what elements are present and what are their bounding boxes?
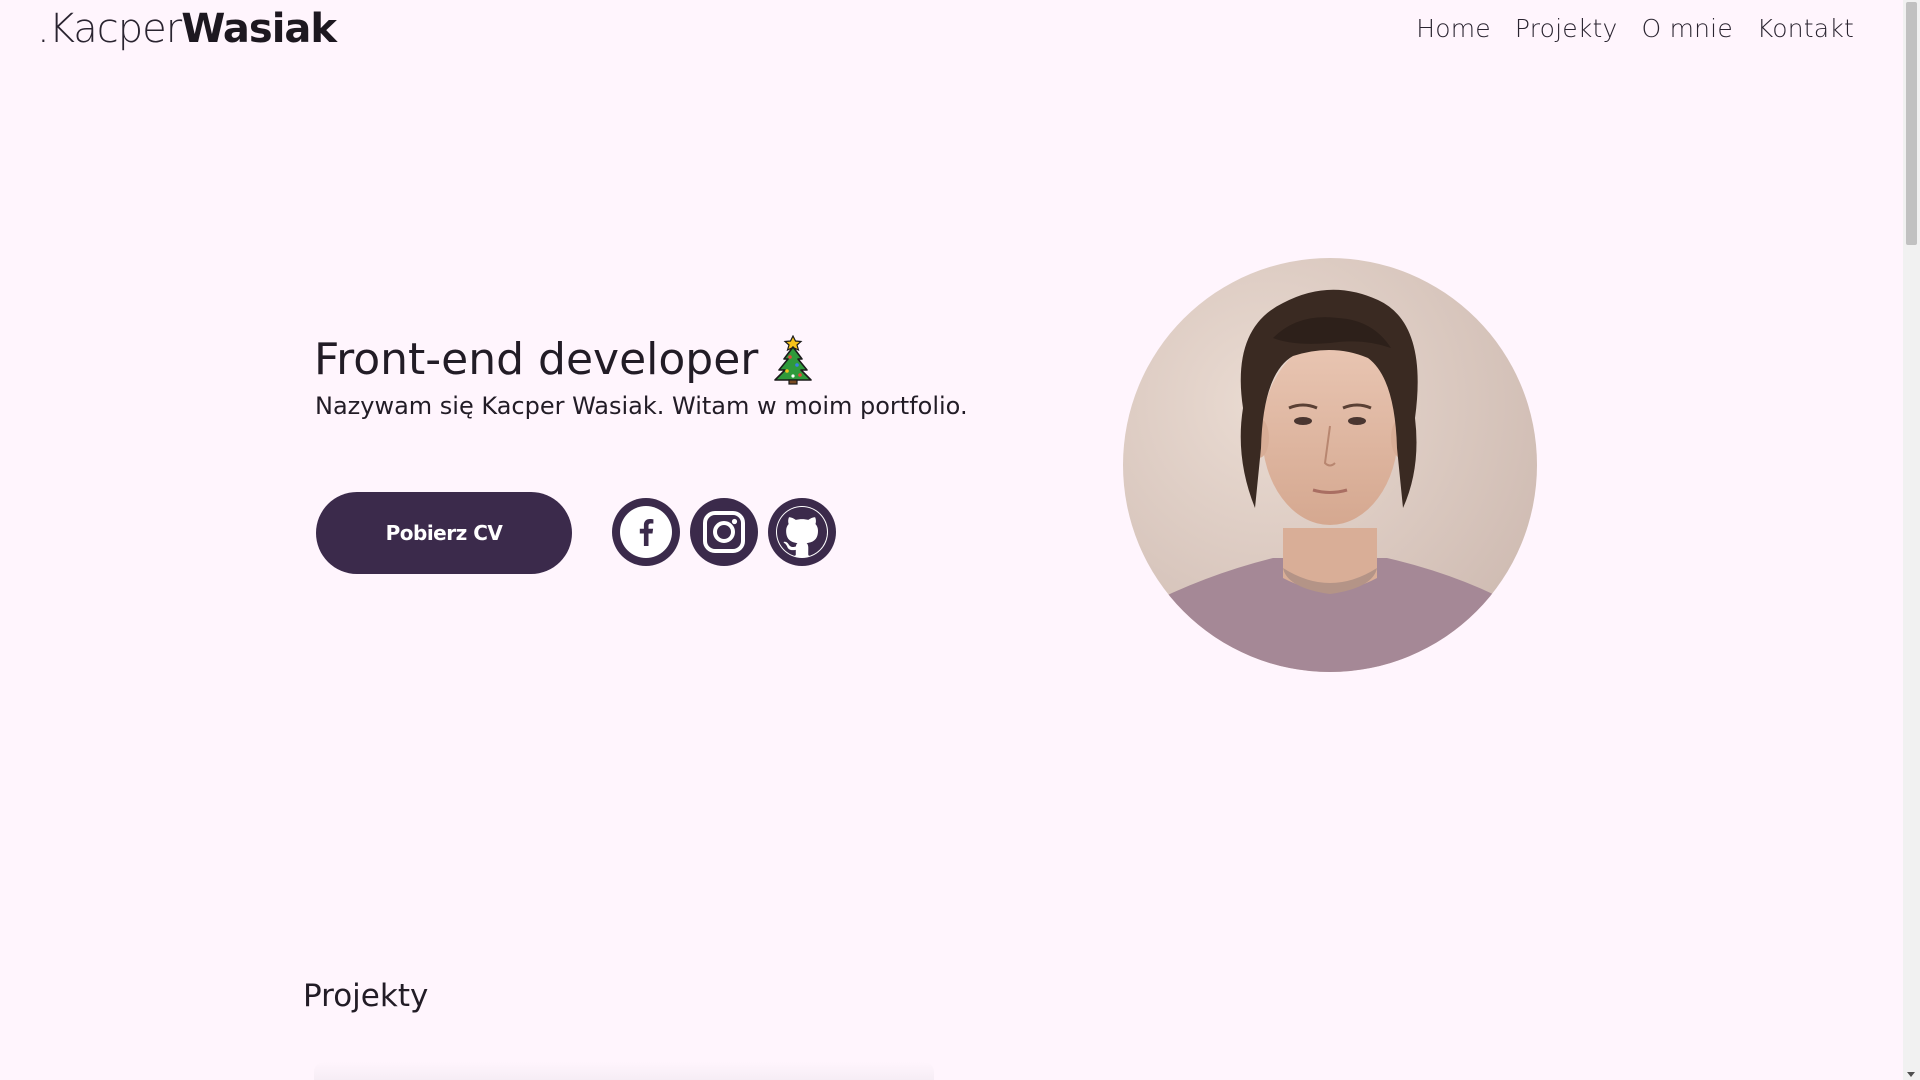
instagram-icon [698,506,750,558]
github-link[interactable] [768,498,836,566]
projects-section-title: Projekty [303,978,429,1014]
page: .KacperWasiak Home Projekty O mnie Konta… [0,0,1920,1080]
logo-prefix: .Kacper [37,6,182,52]
hero-title-text: Front-end developer [314,334,759,385]
nav-link-o-mnie[interactable]: O mnie [1642,14,1733,43]
site-logo[interactable]: .KacperWasiak [37,6,337,52]
nav-link-projekty[interactable]: Projekty [1515,14,1618,43]
github-icon [776,506,828,558]
facebook-icon [620,506,672,558]
christmas-tree-icon [772,334,814,385]
nav-link-home[interactable]: Home [1416,14,1491,43]
hero-title: Front-end developer [314,334,814,385]
instagram-link[interactable] [690,498,758,566]
facebook-link[interactable] [612,498,680,566]
social-links [612,498,836,566]
hero-subtitle: Nazywam się Kacper Wasiak. Witam w moim … [315,392,968,420]
project-card[interactable] [314,1062,934,1080]
scroll-down-arrow-icon[interactable] [1907,1072,1915,1077]
profile-photo [1123,258,1537,672]
nav-link-kontakt[interactable]: Kontakt [1757,14,1854,43]
main-nav: Home Projekty O mnie Kontakt [1416,14,1854,43]
download-cv-button[interactable]: Pobierz CV [316,492,572,574]
site-header: .KacperWasiak Home Projekty O mnie Konta… [0,0,1900,64]
scrollbar-thumb[interactable] [1906,2,1917,245]
page-scrollbar[interactable] [1903,0,1920,1080]
logo-bold: Wasiak [181,6,337,52]
